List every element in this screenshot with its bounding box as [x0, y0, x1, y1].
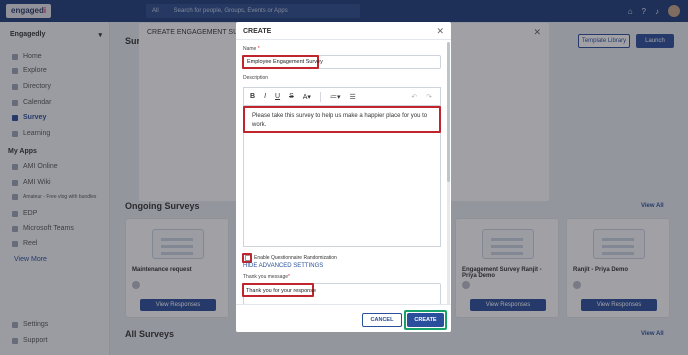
bullet-list-button[interactable]: ≔▾ [330, 93, 341, 101]
name-value: Employee Engagement Survey [247, 59, 323, 65]
cancel-button[interactable]: CANCEL [362, 313, 402, 327]
description-label: Description [243, 75, 269, 81]
create-button[interactable]: CREATE [407, 313, 444, 327]
randomization-label: Enable Questionnaire Randomization [254, 255, 337, 261]
scrollbar-thumb[interactable] [447, 42, 450, 182]
dialog-title: CREATE [243, 28, 272, 35]
checkbox-highlight [242, 253, 252, 263]
numbered-list-button[interactable]: ☰ [349, 93, 355, 101]
font-size-button[interactable]: A▾ [303, 93, 311, 101]
thank-you-value: Thank you for your response [246, 288, 317, 294]
scrollbar[interactable] [447, 42, 450, 312]
toolbar-divider [319, 91, 321, 102]
undo-icon[interactable]: ↶ [411, 93, 417, 101]
description-value: Please take this survey to help us make … [252, 113, 428, 128]
name-label: Name * [243, 46, 260, 52]
divider [236, 39, 451, 40]
close-icon[interactable]: ✕ [436, 26, 444, 37]
create-dialog: CREATE ✕ Name * Employee Engagement Surv… [236, 22, 451, 332]
hide-advanced-settings-link[interactable]: HIDE ADVANCED SETTINGS [243, 263, 323, 269]
underline-button[interactable]: U [275, 93, 280, 100]
bold-button[interactable]: B [250, 93, 255, 100]
thank-you-label: Thank you message* [243, 274, 290, 280]
editor-toolbar: B I U S A▾ ≔▾ ☰ ↶ ↷ [243, 87, 441, 105]
dialog-footer: CANCEL CREATE [236, 304, 451, 332]
strikethrough-button[interactable]: S [289, 93, 294, 100]
italic-button[interactable]: I [264, 93, 266, 100]
redo-icon[interactable]: ↷ [426, 93, 432, 101]
